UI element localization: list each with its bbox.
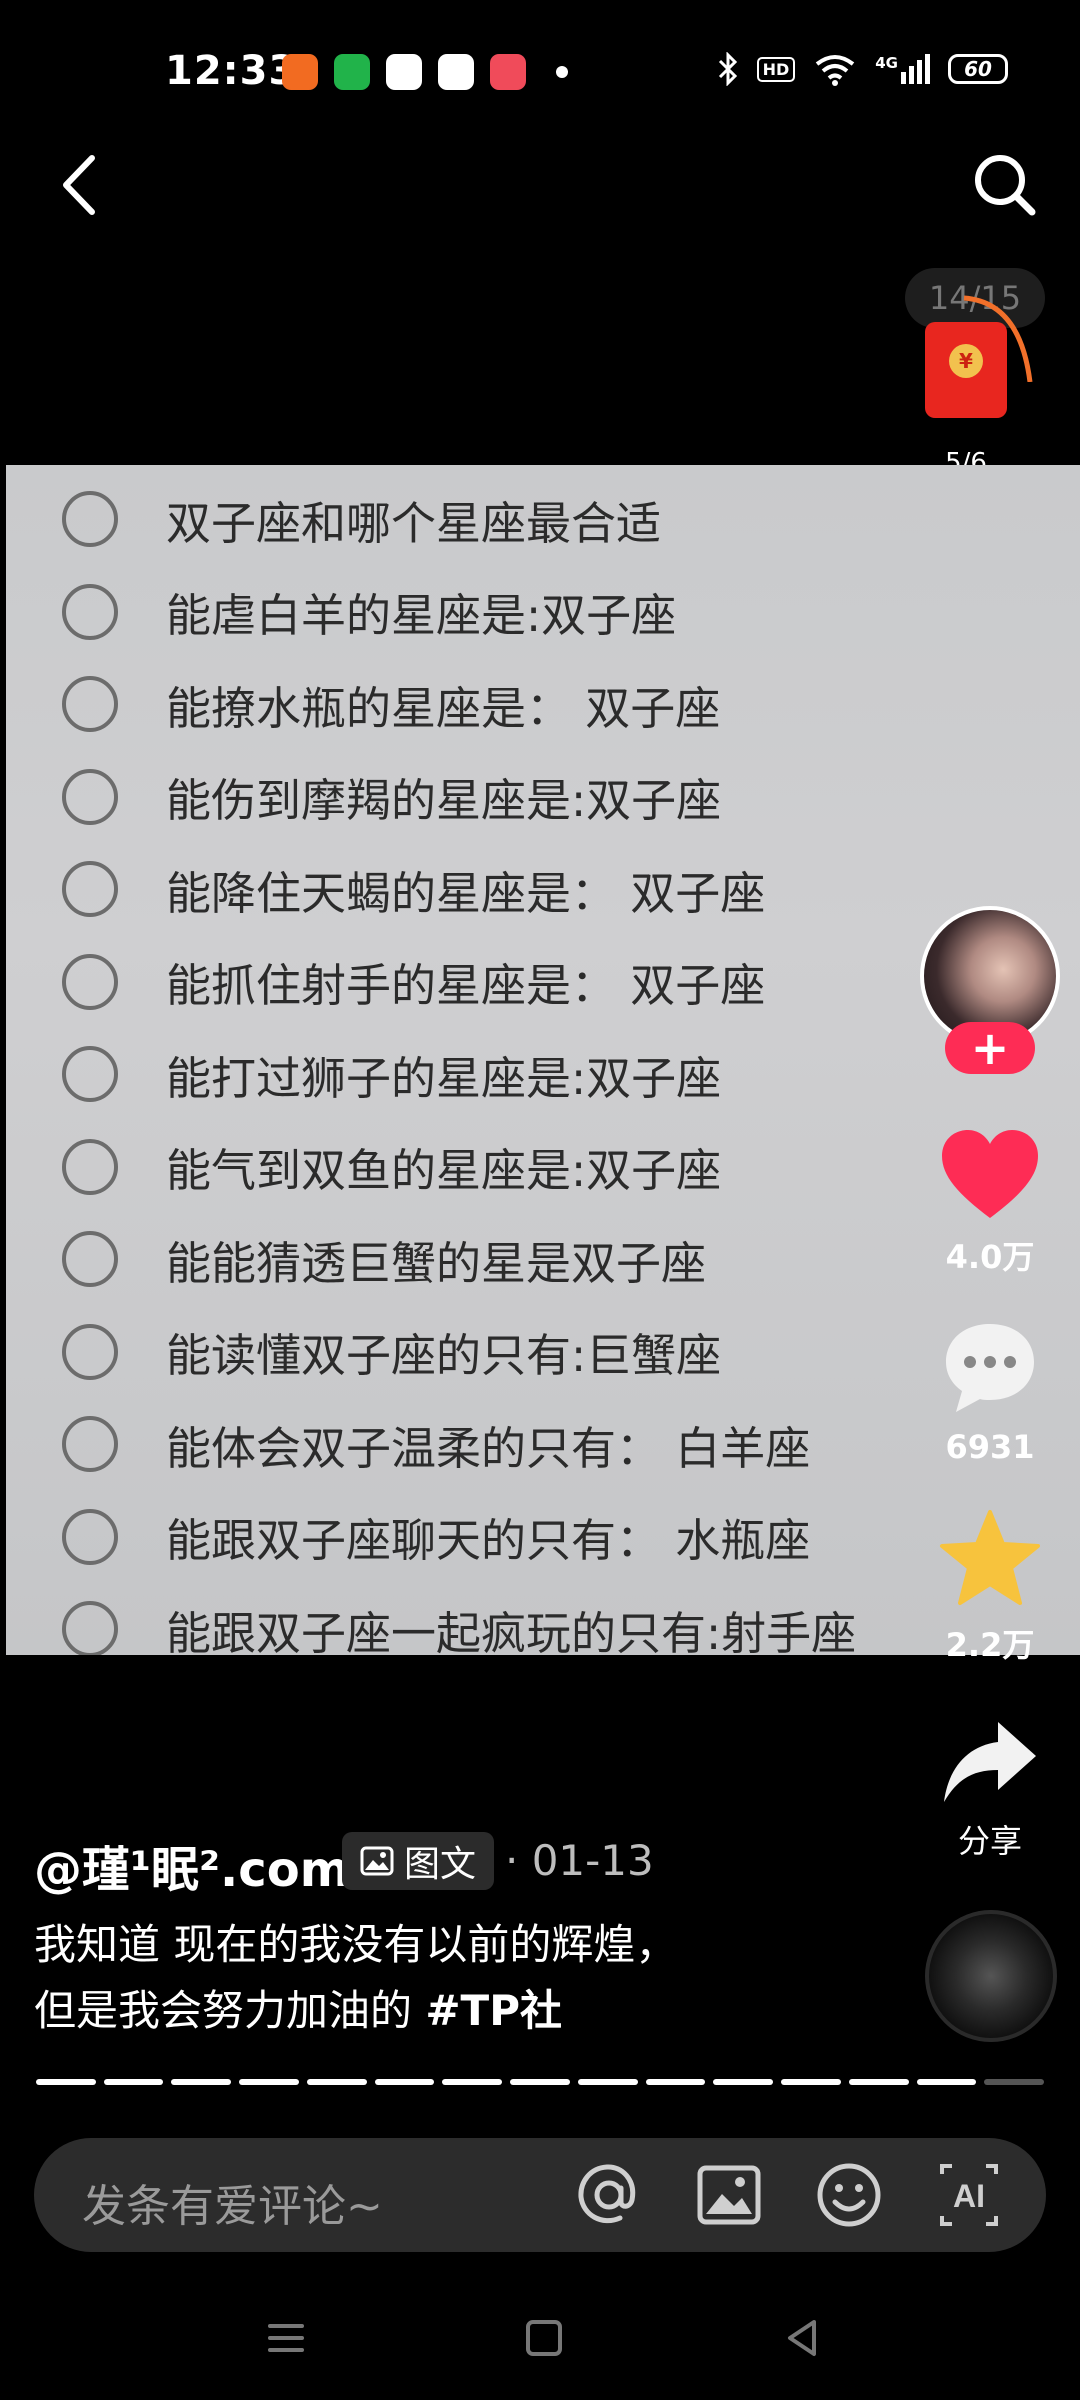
comment-count: 6931 [945, 1428, 1035, 1466]
checkbox-circle-icon [62, 583, 118, 640]
checkbox-circle-icon [62, 953, 118, 1010]
hd-icon: HD [756, 56, 796, 82]
checklist-item-text: 能体会双子温柔的只有： 白羊座 [166, 1421, 811, 1475]
game-notification-icon [438, 54, 474, 90]
post-date: · 01-13 [505, 1836, 654, 1885]
progress-segment [306, 2079, 367, 2085]
progress-segment [645, 2079, 706, 2085]
checkbox-circle-icon [62, 1046, 118, 1102]
checklist-item-text: 能降住天蝎的星座是： 双子座 [166, 866, 766, 920]
progress-segment [36, 2079, 96, 2085]
checkbox-circle-icon [62, 1416, 118, 1472]
checklist-item-text: 能撩水瓶的星座是： 双子座 [166, 681, 721, 735]
battery-icon: 60 [948, 54, 1008, 84]
signal-icon: 4G [875, 54, 930, 84]
progress-segment [916, 2079, 977, 2085]
checkbox-circle-icon [62, 768, 118, 825]
progress-segment [713, 2079, 774, 2085]
checklist-item-text: 能打过狮子的星座是:双子座 [166, 1051, 722, 1105]
status-right-group: HD 4G 60 [717, 52, 1008, 86]
hashtag-link[interactable]: #TP社 [425, 1986, 562, 2035]
comment-input[interactable]: 发条有爱评论~ [82, 2170, 383, 2234]
follow-button[interactable]: + [945, 1022, 1035, 1074]
checklist-item-text: 能抓住射手的星座是： 双子座 [166, 959, 766, 1012]
ai-icon[interactable]: AI [934, 2160, 1004, 2230]
checklist-item-text: 能伤到摩羯的星座是:双子座 [166, 774, 722, 827]
more-notifications-dot [556, 66, 568, 78]
progress-segment [103, 2079, 164, 2085]
mention-icon[interactable] [574, 2160, 644, 2230]
checkbox-circle-icon [62, 1138, 118, 1195]
image-icon [360, 1846, 394, 1876]
image-picker-icon[interactable] [694, 2160, 764, 2230]
progress-segment [577, 2079, 638, 2085]
wifi-icon [816, 55, 855, 86]
checklist-item-text: 能跟双子座一起疯玩的只有:射手座 [166, 1606, 857, 1656]
progress-segment [171, 2079, 232, 2085]
home-nav-icon[interactable] [514, 2308, 574, 2368]
author-name[interactable]: @瑾¹眠².com [34, 1830, 350, 1900]
checkbox-circle-icon [62, 1508, 118, 1565]
checklist-item-text: 能能猜透巨蟹的星是双子座 [166, 1236, 707, 1290]
description-line-1: 我知道 现在的我没有以前的辉煌， [34, 1920, 678, 1969]
checklist-item-text: 双子座和哪个星座最合适 [166, 496, 662, 550]
message-notification-icon [334, 54, 370, 90]
progress-arc-icon [963, 295, 1033, 382]
checkbox-circle-icon [62, 1231, 118, 1287]
progress-segment [442, 2079, 503, 2085]
checklist-item-text: 能气到双鱼的星座是:双子座 [166, 1144, 722, 1197]
checkbox-circle-icon [62, 1601, 118, 1655]
back-button[interactable] [52, 150, 112, 220]
status-bar: 12:33 HD 4G 60 [0, 0, 1080, 140]
svg-text:AI: AI [953, 2178, 985, 2214]
progress-segment [239, 2079, 299, 2085]
post-description: 我知道 现在的我没有以前的辉煌， 但是我会努力加油的 #TP社 [34, 1912, 874, 2044]
post-type-tag: 图文 [342, 1832, 495, 1890]
like-button[interactable] [938, 1124, 1042, 1228]
share-label: 分享 [957, 1822, 1022, 1860]
favorite-button[interactable] [938, 1508, 1042, 1612]
description-line-2: 但是我会努力加油的 [34, 1986, 426, 2035]
favorite-count: 2.2万 [945, 1626, 1035, 1664]
checkbox-circle-icon [62, 1323, 118, 1380]
checkbox-circle-icon [62, 491, 118, 547]
progress-segment [984, 2079, 1045, 2085]
progress-segment [374, 2079, 435, 2085]
music-disc-button[interactable] [925, 1910, 1057, 2042]
menu-nav-icon[interactable] [256, 2308, 316, 2368]
progress-segment [848, 2079, 909, 2085]
app-notification-icon [282, 54, 318, 90]
post-type-label: 图文 [404, 1844, 477, 1885]
post-image[interactable]: 双子座和哪个星座最合适 能虐白羊的星座是:双子座 能撩水瓶的星座是： 双子座 能伤到摩… [6, 465, 1080, 1655]
checklist-item-text: 能虐白羊的星座是:双子座 [166, 589, 677, 642]
status-time: 12:33 [165, 48, 298, 94]
music-notification-icon [490, 54, 526, 90]
share-button[interactable] [938, 1712, 1042, 1816]
back-nav-icon[interactable] [772, 2308, 832, 2368]
image-progress-bar [36, 2079, 1045, 2085]
checklist-item-text: 能跟双子座聊天的只有： 水瓶座 [166, 1514, 811, 1567]
checkbox-circle-icon [62, 861, 118, 917]
like-count: 4.0万 [945, 1238, 1035, 1276]
progress-segment [781, 2079, 841, 2085]
comment-button[interactable] [938, 1316, 1042, 1420]
browser-notification-icon [386, 54, 422, 90]
bluetooth-icon [718, 52, 737, 86]
checklist-item-text: 能读懂双子座的只有:巨蟹座 [166, 1329, 722, 1382]
progress-segment [510, 2079, 570, 2085]
emoji-icon[interactable] [814, 2160, 884, 2230]
checkbox-circle-icon [62, 676, 118, 732]
search-button[interactable] [970, 150, 1040, 220]
